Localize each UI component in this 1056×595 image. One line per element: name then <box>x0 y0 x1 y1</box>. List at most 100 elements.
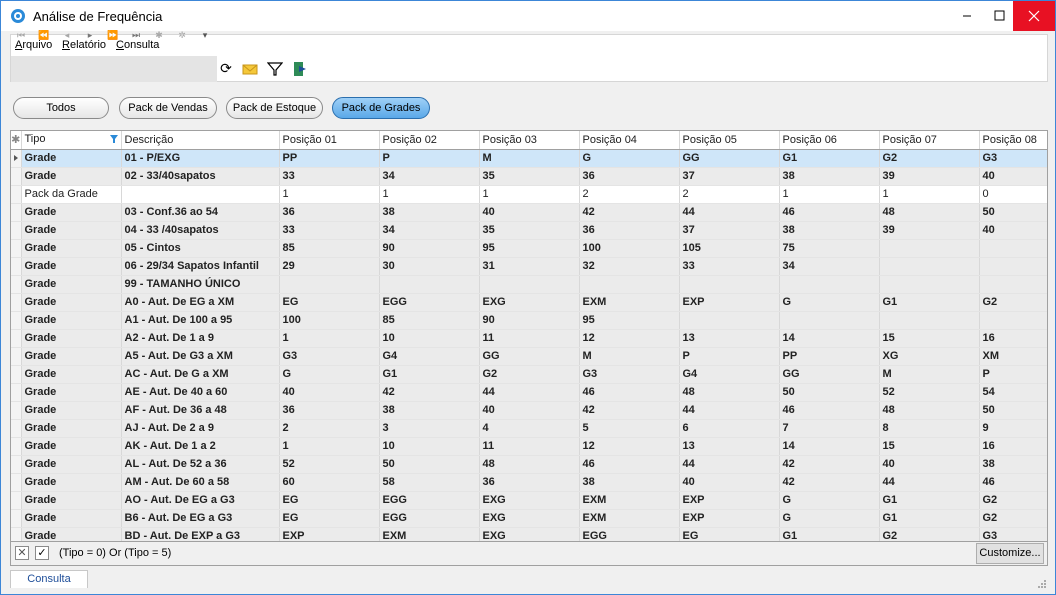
table-cell[interactable]: M <box>579 347 680 366</box>
last-record-icon[interactable]: ⏭ <box>128 28 144 44</box>
table-cell[interactable]: 44 <box>479 383 580 402</box>
clear-filter-icon[interactable]: ✕ <box>15 546 29 560</box>
table-cell[interactable]: 44 <box>679 401 780 420</box>
table-cell[interactable]: 36 <box>579 221 680 240</box>
table-cell[interactable]: 40 <box>979 167 1047 186</box>
table-cell[interactable]: EXM <box>379 527 480 541</box>
table-cell[interactable]: EXM <box>579 491 680 510</box>
table-cell[interactable]: 0 <box>979 185 1047 204</box>
table-cell[interactable]: 48 <box>879 203 980 222</box>
minimize-button[interactable] <box>949 1 985 31</box>
close-button[interactable] <box>1013 1 1055 31</box>
column-header-tipo[interactable]: Tipo <box>21 131 122 150</box>
table-cell[interactable]: 50 <box>379 455 480 474</box>
column-chooser-icon[interactable]: ✱ <box>11 131 22 150</box>
filter-expression[interactable]: (Tipo = 0) Or (Tipo = 5) <box>59 547 171 559</box>
table-cell[interactable]: 44 <box>879 473 980 492</box>
table-cell[interactable]: 40 <box>479 203 580 222</box>
table-cell[interactable]: 11 <box>479 329 580 348</box>
table-cell[interactable]: EGG <box>379 293 480 312</box>
table-cell[interactable]: 2 <box>579 185 680 204</box>
table-cell[interactable]: 15 <box>879 437 980 456</box>
table-cell[interactable]: G <box>779 293 880 312</box>
table-cell[interactable]: 60 <box>279 473 380 492</box>
table-cell[interactable]: GG <box>479 347 580 366</box>
table-row[interactable]: Grade 03 - Conf.36 ao 54 36 38 40 42 44 46 48 50 <box>11 203 1047 222</box>
next-page-icon[interactable]: ⏩ <box>105 28 121 44</box>
table-cell[interactable]: A1 - Aut. De 100 a 95 <box>121 311 280 330</box>
table-cell[interactable]: Grade <box>21 239 122 258</box>
table-cell[interactable]: GG <box>779 365 880 384</box>
table-cell[interactable]: Grade <box>21 473 122 492</box>
table-cell[interactable]: AM - Aut. De 60 a 58 <box>121 473 280 492</box>
column-header-posicao-08[interactable]: Posição 08 <box>979 131 1047 150</box>
table-row[interactable]: Grade AF - Aut. De 36 a 48 36 38 40 42 44 46 48 5… <box>11 401 1047 420</box>
table-cell[interactable]: EG <box>279 293 380 312</box>
table-cell[interactable]: EXP <box>679 293 780 312</box>
table-cell[interactable]: 35 <box>479 167 580 186</box>
row-indicator[interactable] <box>11 401 22 420</box>
table-cell[interactable]: 42 <box>379 383 480 402</box>
table-cell[interactable]: 04 - 33 /40sapatos <box>121 221 280 240</box>
table-row[interactable]: Grade AO - Aut. De EG a G3 EG EGG EXG EXM EXP G… <box>11 491 1047 510</box>
table-cell[interactable]: 03 - Conf.36 ao 54 <box>121 203 280 222</box>
table-cell[interactable]: 36 <box>279 203 380 222</box>
table-cell[interactable] <box>121 185 280 204</box>
table-cell[interactable]: 8 <box>879 419 980 438</box>
column-header-posicao-01[interactable]: Posição 01 <box>279 131 380 150</box>
table-cell[interactable]: 14 <box>779 437 880 456</box>
row-indicator[interactable] <box>11 149 22 168</box>
table-cell[interactable]: 37 <box>679 221 780 240</box>
table-cell[interactable]: 40 <box>879 455 980 474</box>
table-cell[interactable]: 9 <box>979 419 1047 438</box>
table-cell[interactable]: 36 <box>479 473 580 492</box>
column-header-posicao-03[interactable]: Posição 03 <box>479 131 580 150</box>
table-cell[interactable]: Grade <box>21 419 122 438</box>
table-row[interactable]: Grade 05 - Cintos 85 90 95 100 105 75 <box>11 239 1047 258</box>
table-cell[interactable]: 32 <box>579 257 680 276</box>
table-cell[interactable]: EXP <box>679 491 780 510</box>
table-cell[interactable]: 85 <box>379 311 480 330</box>
table-cell[interactable]: G1 <box>779 527 880 541</box>
row-indicator[interactable] <box>11 419 22 438</box>
table-cell[interactable]: 105 <box>679 239 780 258</box>
table-cell[interactable]: 39 <box>879 221 980 240</box>
filter-enabled-checkbox[interactable]: ✓ <box>35 546 49 560</box>
table-row[interactable]: Grade 01 - P/EXG PP P M G GG G1 G2 G3 <box>11 149 1047 168</box>
table-cell[interactable]: EXG <box>479 527 580 541</box>
exit-icon[interactable] <box>292 61 308 77</box>
table-cell[interactable]: 3 <box>379 419 480 438</box>
table-cell[interactable]: 38 <box>779 167 880 186</box>
table-row[interactable]: Grade 06 - 29/34 Sapatos Infantil 29 30 31 32… <box>11 257 1047 276</box>
prev-record-icon[interactable]: ◂ <box>59 28 75 44</box>
table-cell[interactable]: A2 - Aut. De 1 a 9 <box>121 329 280 348</box>
table-cell[interactable] <box>979 257 1047 276</box>
table-cell[interactable]: 48 <box>479 455 580 474</box>
table-row[interactable]: Grade 02 - 33/40sapatos 33 34 35 36 37 38 39 40 <box>11 167 1047 186</box>
table-cell[interactable]: 39 <box>879 167 980 186</box>
first-record-icon[interactable]: ⏮ <box>13 28 29 44</box>
table-cell[interactable]: 42 <box>779 473 880 492</box>
table-cell[interactable]: 33 <box>279 167 380 186</box>
table-cell[interactable]: G <box>779 509 880 528</box>
table-cell[interactable]: 16 <box>979 437 1047 456</box>
table-cell[interactable]: 10 <box>379 329 480 348</box>
table-cell[interactable]: 10 <box>379 437 480 456</box>
table-cell[interactable]: 13 <box>679 437 780 456</box>
table-cell[interactable]: 50 <box>979 401 1047 420</box>
table-cell[interactable]: A5 - Aut. De G3 a XM <box>121 347 280 366</box>
next-record-icon[interactable]: ▸ <box>82 28 98 44</box>
table-cell[interactable]: 1 <box>279 185 380 204</box>
table-cell[interactable]: 99 - TAMANHO ÚNICO <box>121 275 280 294</box>
row-indicator[interactable] <box>11 275 22 294</box>
table-cell[interactable]: G2 <box>879 527 980 541</box>
table-row[interactable]: Grade AK - Aut. De 1 a 2 1 10 11 12 13 14 15 16 <box>11 437 1047 456</box>
table-cell[interactable] <box>479 275 580 294</box>
row-indicator[interactable] <box>11 473 22 492</box>
table-row[interactable]: Grade AL - Aut. De 52 a 36 52 50 48 46 44 42 40 3… <box>11 455 1047 474</box>
table-cell[interactable]: XG <box>879 347 980 366</box>
table-row[interactable]: Grade A1 - Aut. De 100 a 95 100 85 90 95 <box>11 311 1047 330</box>
table-cell[interactable]: 34 <box>379 221 480 240</box>
table-cell[interactable]: P <box>679 347 780 366</box>
table-row[interactable]: Grade 99 - TAMANHO ÚNICO <box>11 275 1047 294</box>
